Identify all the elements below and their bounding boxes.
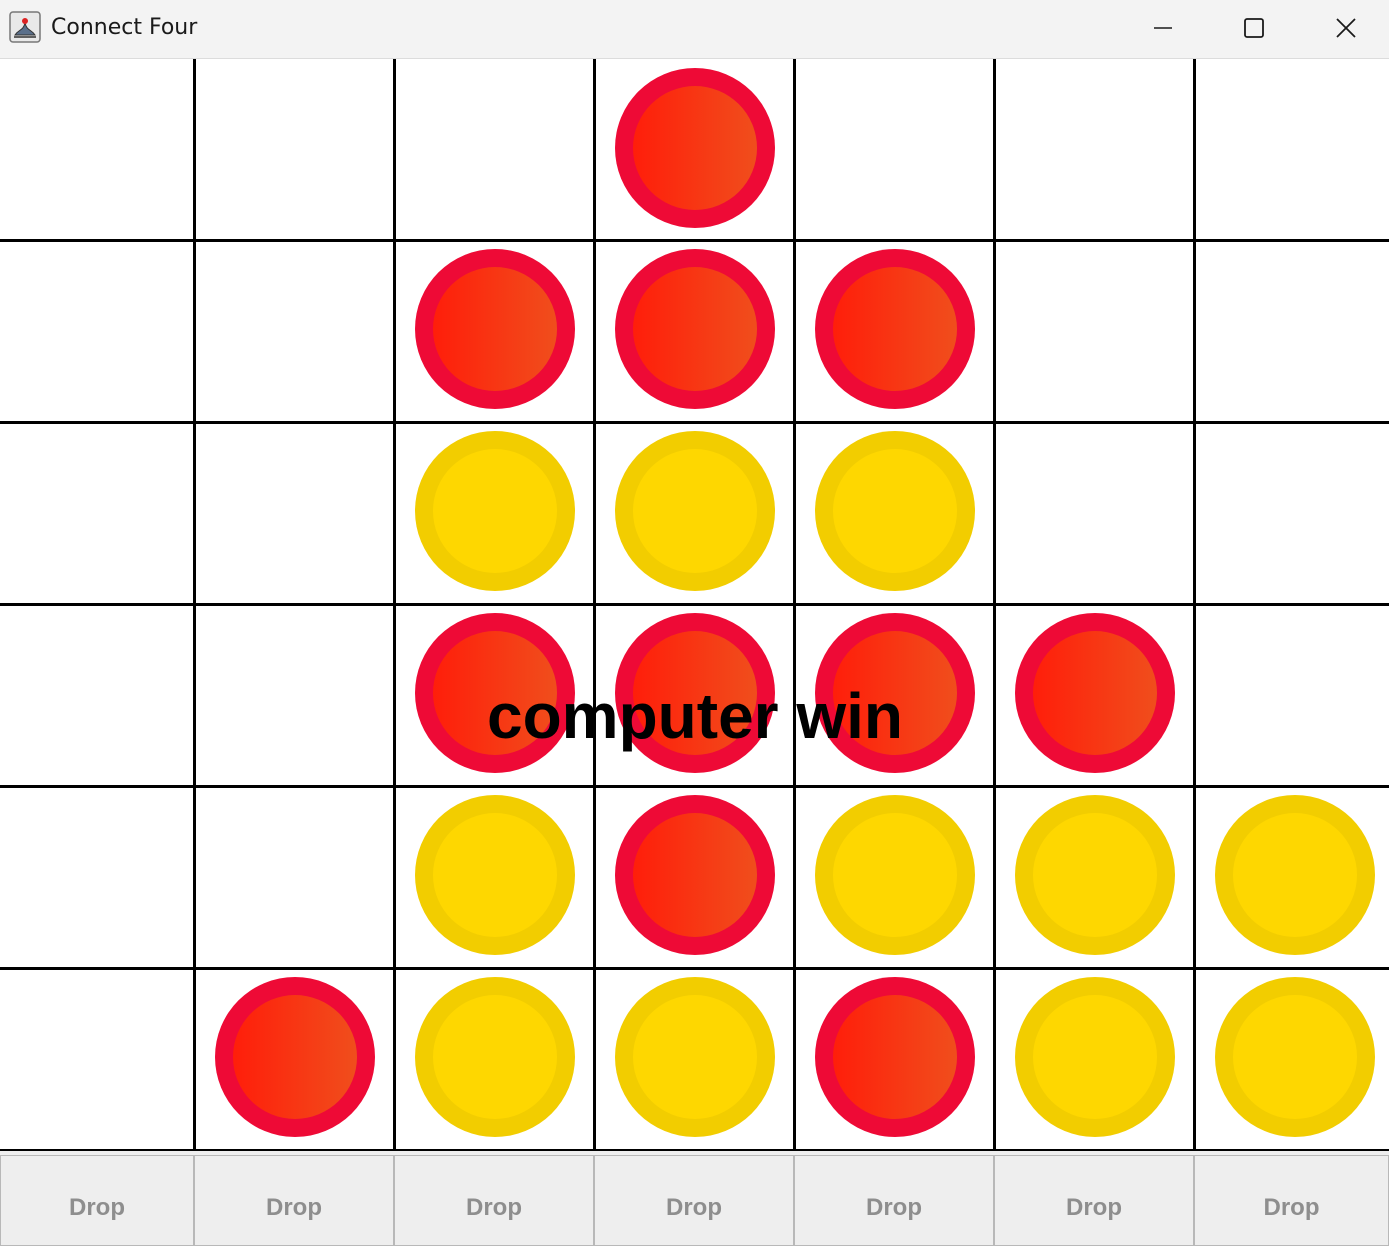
red-disc <box>215 977 375 1137</box>
yellow-disc <box>1215 795 1375 955</box>
minimize-icon <box>1154 27 1172 29</box>
yellow-disc <box>415 977 575 1137</box>
maximize-icon <box>1244 18 1264 38</box>
maximize-button[interactable] <box>1208 0 1300 56</box>
minimize-button[interactable] <box>1117 0 1209 56</box>
board-grid <box>0 59 1389 1151</box>
drop-button-column-2[interactable]: Drop <box>194 1155 394 1246</box>
drop-button-column-6[interactable]: Drop <box>994 1155 1194 1246</box>
yellow-disc <box>815 431 975 591</box>
red-disc <box>815 977 975 1137</box>
yellow-disc <box>1015 795 1175 955</box>
drop-button-column-7[interactable]: Drop <box>1194 1155 1389 1246</box>
title-bar[interactable]: Connect Four <box>0 0 1389 59</box>
game-result-message: computer win <box>486 680 904 752</box>
yellow-disc <box>615 431 775 591</box>
red-disc <box>815 249 975 409</box>
yellow-disc <box>815 795 975 955</box>
drop-button-column-5[interactable]: Drop <box>794 1155 994 1246</box>
drop-button-column-3[interactable]: Drop <box>394 1155 594 1246</box>
red-disc <box>615 795 775 955</box>
close-button[interactable] <box>1300 0 1389 56</box>
close-icon <box>1336 18 1356 38</box>
yellow-disc <box>1215 977 1375 1137</box>
game-window: Connect Four computer win Drop Drop Drop Dr… <box>0 0 1389 1246</box>
java-app-icon <box>9 11 41 43</box>
drop-button-column-4[interactable]: Drop <box>594 1155 794 1246</box>
drop-button-column-1[interactable]: Drop <box>0 1155 194 1246</box>
window-title: Connect Four <box>51 15 198 40</box>
yellow-disc <box>415 431 575 591</box>
red-disc <box>615 249 775 409</box>
yellow-disc <box>415 795 575 955</box>
red-disc <box>615 68 775 228</box>
red-disc <box>415 249 575 409</box>
drop-buttons-bar: Drop Drop Drop Drop Drop Drop Drop <box>0 1151 1389 1246</box>
red-disc <box>1015 613 1175 773</box>
yellow-disc <box>615 977 775 1137</box>
game-board[interactable]: computer win <box>0 59 1389 1151</box>
yellow-disc <box>1015 977 1175 1137</box>
